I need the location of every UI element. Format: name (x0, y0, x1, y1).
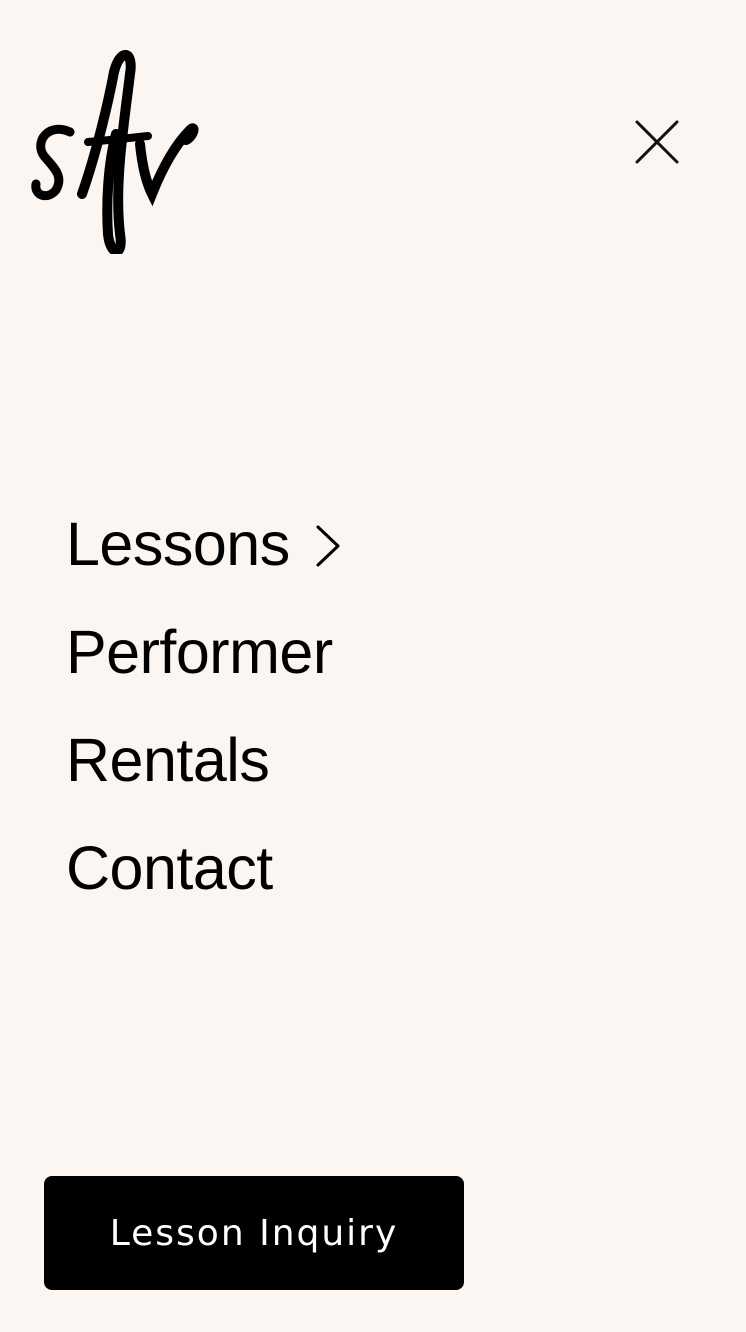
menu-item-label: Performer (66, 617, 333, 686)
lesson-inquiry-label: Lesson Inquiry (109, 1212, 399, 1254)
close-icon (635, 120, 679, 164)
script-monogram-logo (31, 50, 199, 254)
chevron-right-icon[interactable] (312, 523, 342, 569)
close-menu-button[interactable] (628, 113, 686, 171)
lesson-inquiry-button[interactable]: Lesson Inquiry (44, 1176, 464, 1290)
menu-item-label: Lessons (66, 509, 290, 578)
brand-logo[interactable] (30, 44, 200, 254)
menu-item-contact[interactable]: Contact (66, 804, 342, 932)
menu-item-label: Contact (66, 833, 273, 902)
main-menu: Lessons Performer Rentals Contact (66, 480, 342, 932)
menu-item-label: Rentals (66, 725, 270, 794)
